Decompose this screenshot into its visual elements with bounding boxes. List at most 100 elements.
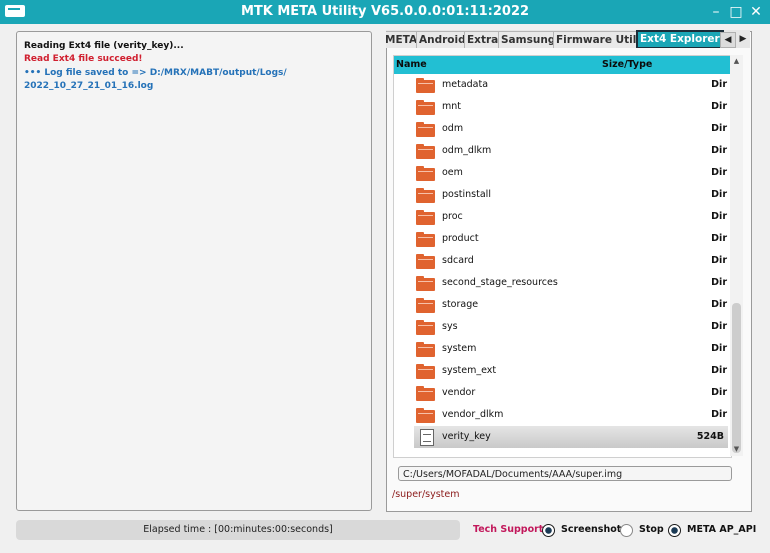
folder-icon bbox=[416, 386, 435, 401]
file-row-name: oem bbox=[442, 167, 463, 178]
file-row[interactable]: sys Dir bbox=[394, 316, 731, 338]
file-row-size: Dir bbox=[711, 233, 727, 244]
file-row-size: Dir bbox=[711, 101, 727, 112]
current-path: /super/system bbox=[392, 489, 460, 500]
tab-ext4-explorer[interactable]: Ext4 Explorer bbox=[636, 30, 724, 48]
stop-radio[interactable] bbox=[620, 524, 633, 537]
tab-firmware-utils[interactable]: Firmware Utils bbox=[553, 31, 639, 48]
file-row-name: product bbox=[442, 233, 479, 244]
folder-icon bbox=[416, 144, 435, 159]
column-header-name[interactable]: Name bbox=[396, 56, 427, 74]
log-line[interactable]: 2022_10_27_21_01_16.log bbox=[24, 81, 153, 91]
file-list[interactable]: Name Size/Type metadata Dir mnt Dir odm Dir od… bbox=[393, 55, 732, 458]
column-header-size[interactable]: Size/Type bbox=[602, 56, 652, 74]
log-line: Read Ext4 file succeed! bbox=[24, 54, 143, 64]
tab-extra[interactable]: Extra bbox=[464, 31, 500, 48]
file-row[interactable]: verity_key 524B bbox=[414, 426, 728, 448]
folder-icon bbox=[416, 298, 435, 313]
file-row-name: sdcard bbox=[442, 255, 474, 266]
file-row-name: mnt bbox=[442, 101, 461, 112]
file-row[interactable]: metadata Dir bbox=[394, 74, 731, 96]
tab-scroll-left-icon[interactable]: ◀ bbox=[720, 32, 736, 48]
file-row-size: Dir bbox=[711, 343, 727, 354]
minimize-button[interactable]: – bbox=[706, 2, 726, 22]
file-row-size: Dir bbox=[711, 211, 727, 222]
log-panel: Reading Ext4 file (verity_key)... Read E… bbox=[16, 31, 372, 511]
file-row[interactable]: system Dir bbox=[394, 338, 731, 360]
file-row[interactable]: postinstall Dir bbox=[394, 184, 731, 206]
file-icon bbox=[420, 429, 434, 446]
log-line: Reading Ext4 file (verity_key)... bbox=[24, 41, 184, 51]
file-row[interactable]: system_ext Dir bbox=[394, 360, 731, 382]
file-row-size: Dir bbox=[711, 409, 727, 420]
file-row-size: Dir bbox=[711, 299, 727, 310]
file-row-size: Dir bbox=[711, 365, 727, 376]
file-row[interactable]: oem Dir bbox=[394, 162, 731, 184]
folder-icon bbox=[416, 188, 435, 203]
file-row[interactable]: storage Dir bbox=[394, 294, 731, 316]
close-button[interactable]: ✕ bbox=[746, 2, 766, 22]
folder-icon bbox=[416, 100, 435, 115]
folder-icon bbox=[416, 78, 435, 93]
file-row-name: system_ext bbox=[442, 365, 497, 376]
file-row[interactable]: odm_dlkm Dir bbox=[394, 140, 731, 162]
scroll-up-icon[interactable]: ▲ bbox=[730, 55, 743, 68]
file-row-name: vendor_dlkm bbox=[442, 409, 504, 420]
folder-icon bbox=[416, 166, 435, 181]
file-row-size: 524B bbox=[696, 431, 724, 442]
folder-icon bbox=[416, 254, 435, 269]
folder-icon bbox=[416, 210, 435, 225]
file-row-name: storage bbox=[442, 299, 479, 310]
tab-meta[interactable]: META bbox=[386, 31, 418, 48]
meta-ap-api-radio[interactable] bbox=[668, 524, 681, 537]
meta-ap-api-label[interactable]: META AP_API bbox=[687, 524, 756, 535]
file-row[interactable]: sdcard Dir bbox=[394, 250, 731, 272]
file-row-size: Dir bbox=[711, 255, 727, 266]
file-row[interactable]: proc Dir bbox=[394, 206, 731, 228]
file-row-name: postinstall bbox=[442, 189, 491, 200]
tab-scroll-right-icon[interactable]: ▶ bbox=[736, 32, 750, 46]
maximize-button[interactable]: □ bbox=[726, 2, 746, 22]
elapsed-time: Elapsed time : [00:minutes:00:seconds] bbox=[16, 520, 460, 540]
window-title: MTK META Utility V65.0.0.0:01:11:2022 bbox=[240, 4, 530, 19]
file-row-size: Dir bbox=[711, 79, 727, 90]
file-row-name: odm bbox=[442, 123, 464, 134]
stop-label[interactable]: Stop bbox=[639, 524, 664, 535]
file-row[interactable]: mnt Dir bbox=[394, 96, 731, 118]
screenshot-label[interactable]: Screenshot bbox=[561, 524, 621, 535]
folder-icon bbox=[416, 122, 435, 137]
file-row[interactable]: odm Dir bbox=[394, 118, 731, 140]
file-row-size: Dir bbox=[711, 189, 727, 200]
file-row-name: odm_dlkm bbox=[442, 145, 492, 156]
file-row-name: proc bbox=[442, 211, 463, 222]
file-row[interactable]: product Dir bbox=[394, 228, 731, 250]
file-row-name: metadata bbox=[442, 79, 489, 90]
file-row-size: Dir bbox=[711, 277, 727, 288]
file-row-name: system bbox=[442, 343, 477, 354]
folder-icon bbox=[416, 342, 435, 357]
folder-icon bbox=[416, 408, 435, 423]
tab-strip: META Android Extra Samsung Firmware Util… bbox=[386, 30, 750, 48]
folder-icon bbox=[416, 320, 435, 335]
screenshot-radio[interactable] bbox=[542, 524, 555, 537]
file-row[interactable]: vendor_dlkm Dir bbox=[394, 404, 731, 426]
file-list-scrollbar[interactable]: ▲ ▼ bbox=[730, 55, 743, 456]
folder-icon bbox=[416, 232, 435, 247]
file-row-size: Dir bbox=[711, 123, 727, 134]
file-row-size: Dir bbox=[711, 321, 727, 332]
tab-samsung[interactable]: Samsung bbox=[498, 31, 556, 48]
folder-icon bbox=[416, 276, 435, 291]
file-row[interactable]: second_stage_resources Dir bbox=[394, 272, 731, 294]
file-row-size: Dir bbox=[711, 387, 727, 398]
list-header: Name Size/Type bbox=[394, 56, 731, 74]
file-row-name: vendor bbox=[442, 387, 476, 398]
title-bar: MTK META Utility V65.0.0.0:01:11:2022 – … bbox=[0, 0, 770, 24]
folder-icon bbox=[416, 364, 435, 379]
scroll-down-icon[interactable]: ▼ bbox=[730, 443, 743, 456]
tab-android[interactable]: Android bbox=[416, 31, 466, 48]
file-row-name: second_stage_resources bbox=[442, 277, 558, 288]
file-row[interactable]: vendor Dir bbox=[394, 382, 731, 404]
scroll-thumb[interactable] bbox=[732, 303, 741, 453]
image-path-field[interactable]: C:/Users/MOFADAL/Documents/AAA/super.img bbox=[398, 466, 732, 481]
tech-support-link[interactable]: Tech Support bbox=[473, 524, 543, 535]
